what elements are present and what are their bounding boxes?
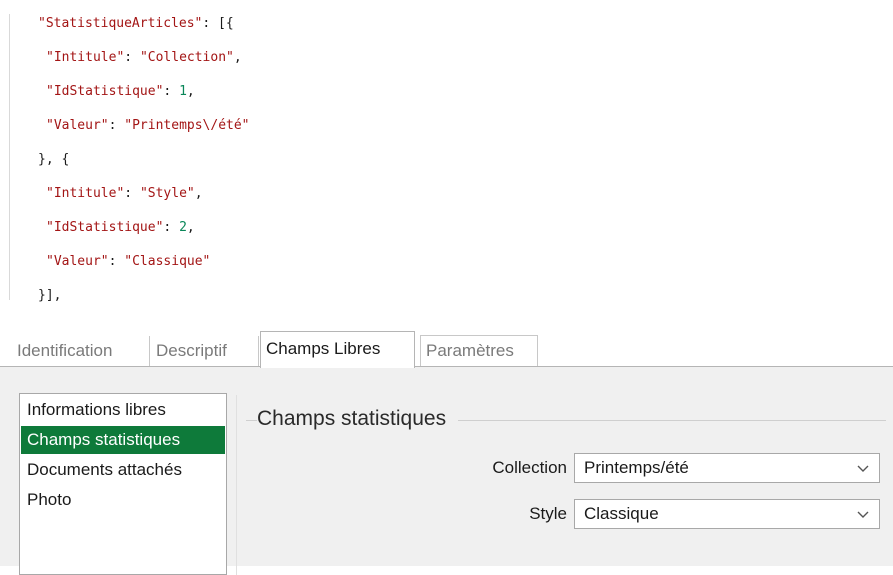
- code-punct: :: [124, 186, 140, 201]
- code-line-6: "Intitule": "Style",: [46, 184, 203, 204]
- style-select-value: Classique: [584, 504, 659, 523]
- code-number: 1: [179, 84, 187, 99]
- code-string: "Classique": [124, 254, 211, 269]
- tab-panel: Informations libres Champs statistiques …: [0, 366, 893, 575]
- code-key: "Intitule": [46, 50, 125, 65]
- code-punct: ,: [194, 186, 203, 201]
- sidebar-item-informations-libres[interactable]: Informations libres: [21, 396, 225, 424]
- tab-bar: Identification Descriptif Champs Libres …: [0, 331, 893, 368]
- code-punct: :: [163, 84, 180, 99]
- group-title: Champs statistiques: [257, 407, 459, 431]
- collection-select[interactable]: Printemps/été: [574, 453, 880, 483]
- sidebar-item-photo[interactable]: Photo: [21, 486, 225, 514]
- code-punct: }, {: [38, 152, 70, 167]
- chevron-down-icon: [857, 465, 869, 472]
- code-gutter-line: [9, 14, 10, 300]
- tab-identification[interactable]: Identification: [12, 336, 150, 366]
- code-line-9: }],: [38, 286, 61, 306]
- code-punct: :: [108, 254, 125, 269]
- code-line-3: "IdStatistique": 1,: [46, 82, 195, 102]
- code-punct: ,: [186, 220, 195, 235]
- code-punct: ,: [186, 84, 195, 99]
- code-string: "Printemps\/été": [124, 118, 250, 133]
- code-key: "Valeur": [46, 254, 109, 269]
- sidebar-list: Informations libres Champs statistiques …: [19, 393, 227, 575]
- code-punct: :: [124, 50, 140, 65]
- json-code-block: "StatistiqueArticles": [{ "Intitule": "C…: [0, 0, 893, 312]
- chevron-down-icon: [857, 511, 869, 518]
- group-divider: [236, 395, 237, 575]
- code-line-4: "Valeur": "Printemps\/été": [46, 116, 250, 136]
- code-key: "Intitule": [46, 186, 125, 201]
- code-line-5: }, {: [38, 150, 69, 170]
- code-key: "IdStatistique": [46, 220, 164, 235]
- code-key: "StatistiqueArticles": [38, 16, 203, 31]
- style-select[interactable]: Classique: [574, 499, 880, 529]
- code-punct: : [{: [202, 16, 234, 31]
- style-label: Style: [529, 504, 567, 523]
- code-line-7: "IdStatistique": 2,: [46, 218, 195, 238]
- code-punct: ,: [233, 50, 242, 65]
- code-punct: :: [163, 220, 180, 235]
- code-string: "Style": [139, 186, 195, 201]
- code-line-1: "StatistiqueArticles": [{: [38, 14, 234, 34]
- code-key: "IdStatistique": [46, 84, 164, 99]
- tab-champs-libres[interactable]: Champs Libres: [260, 331, 415, 368]
- collection-label: Collection: [492, 458, 567, 477]
- code-key: "Valeur": [46, 118, 109, 133]
- code-line-2: "Intitule": "Collection",: [46, 48, 242, 68]
- code-punct: :: [108, 118, 125, 133]
- code-string: "Collection": [139, 50, 234, 65]
- code-number: 2: [179, 220, 187, 235]
- sidebar-item-documents-attaches[interactable]: Documents attachés: [21, 456, 225, 484]
- collection-select-value: Printemps/été: [584, 458, 689, 477]
- tab-descriptif[interactable]: Descriptif: [151, 336, 259, 366]
- code-punct: }],: [38, 288, 62, 303]
- code-line-8: "Valeur": "Classique": [46, 252, 210, 272]
- tab-parametres[interactable]: Paramètres: [420, 335, 538, 367]
- sidebar-item-champs-statistiques[interactable]: Champs statistiques: [21, 426, 225, 454]
